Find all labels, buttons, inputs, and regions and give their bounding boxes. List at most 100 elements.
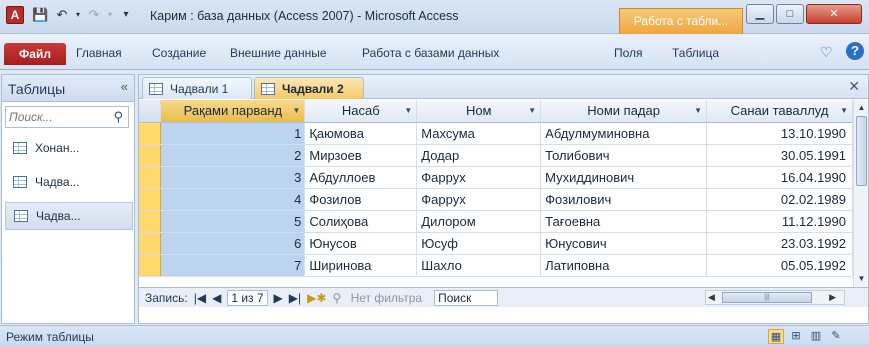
cell-surname[interactable]: Юнусов [304, 232, 418, 255]
cell-birth-date[interactable]: 30.05.1991 [706, 144, 853, 167]
cell-name[interactable]: Шахло [416, 254, 542, 277]
column-header-birth-date[interactable]: Санаи таваллуд ▼ [706, 100, 853, 123]
record-selector[interactable] [139, 188, 162, 211]
column-header-name[interactable]: Ном ▼ [416, 100, 542, 123]
tab-home[interactable]: Главная [76, 46, 122, 60]
dropdown-arrow-icon[interactable]: ▼ [840, 106, 848, 115]
column-header-file-number[interactable]: Рақами парванд ▼ [160, 100, 306, 123]
record-selector[interactable] [139, 232, 162, 255]
column-header-patronymic[interactable]: Номи падар ▼ [540, 100, 708, 123]
tab-table[interactable]: Таблица [672, 46, 719, 60]
cell-name[interactable]: Фаррух [416, 166, 542, 189]
nav-item-table-1[interactable]: Хонан... [5, 134, 133, 162]
cell-patronymic[interactable]: Абдулмуминовна [540, 122, 708, 145]
doc-tab-table-2[interactable]: Чадвали 2 [254, 77, 364, 99]
horizontal-scroll-thumb[interactable]: ||| [722, 292, 812, 303]
cell-file-number[interactable]: 3 [160, 166, 306, 189]
nav-item-table-2[interactable]: Чадва... [5, 168, 133, 196]
tab-fields[interactable]: Поля [614, 46, 643, 60]
scroll-right-icon[interactable]: ▶ [829, 292, 836, 303]
cell-birth-date[interactable]: 02.02.1989 [706, 188, 853, 211]
pivot-chart-view-icon[interactable]: ▥ [808, 329, 824, 344]
column-header-surname[interactable]: Насаб ▼ [304, 100, 418, 123]
select-all-cell[interactable] [139, 100, 162, 123]
help-icon[interactable]: ? [846, 42, 864, 60]
cell-patronymic[interactable]: Фозилович [540, 188, 708, 211]
cell-name[interactable]: Дилором [416, 210, 542, 233]
cell-name[interactable]: Додар [416, 144, 542, 167]
scroll-up-icon[interactable]: ▲ [855, 101, 868, 115]
table-row[interactable]: 5 Солиҳова Дилором Тағоевна 11.12.1990 [139, 210, 853, 233]
maximize-button[interactable]: □ [776, 4, 804, 24]
cell-file-number[interactable]: 5 [160, 210, 306, 233]
cell-name[interactable]: Фаррух [416, 188, 542, 211]
cell-patronymic[interactable]: Мухиддинович [540, 166, 708, 189]
cell-file-number[interactable]: 7 [160, 254, 306, 277]
new-record-icon[interactable]: ▶✱ [307, 291, 326, 305]
cell-file-number[interactable]: 2 [160, 144, 306, 167]
nav-pane-header[interactable]: Таблицы « [2, 75, 134, 102]
table-row[interactable]: 2 Мирзоев Додар Толибович 30.05.1991 [139, 144, 853, 167]
tab-file[interactable]: Файл [4, 43, 66, 65]
cell-patronymic[interactable]: Толибович [540, 144, 708, 167]
record-selector[interactable] [139, 254, 162, 277]
dropdown-arrow-icon[interactable]: ▼ [694, 106, 702, 115]
table-row[interactable]: 1 Қаюмова Махсума Абдулмуминовна 13.10.1… [139, 122, 853, 145]
table-row[interactable]: 7 Ширинова Шахло Латиповна 05.05.1992 [139, 254, 853, 277]
cell-birth-date[interactable]: 11.12.1990 [706, 210, 853, 233]
cell-name[interactable]: Махсума [416, 122, 542, 145]
cell-birth-date[interactable]: 23.03.1992 [706, 232, 853, 255]
pivot-table-view-icon[interactable]: ⊞ [788, 329, 804, 344]
record-selector[interactable] [139, 210, 162, 233]
tab-database-tools[interactable]: Работа с базами данных [362, 46, 499, 60]
close-window-button[interactable]: ✕ [806, 4, 862, 24]
vertical-scrollbar[interactable]: ▲ ▼ [853, 100, 868, 287]
table-row[interactable]: 6 Юнусов Юсуф Юнусович 23.03.1992 [139, 232, 853, 255]
cell-file-number[interactable]: 6 [160, 232, 306, 255]
redo-icon[interactable]: ↷ [86, 7, 102, 23]
table-row[interactable]: 3 Абдуллоев Фаррух Мухиддинович 16.04.19… [139, 166, 853, 189]
cell-birth-date[interactable]: 05.05.1992 [706, 254, 853, 277]
first-record-icon[interactable]: |◀ [194, 291, 206, 305]
cell-patronymic[interactable]: Тағоевна [540, 210, 708, 233]
dropdown-arrow-icon[interactable]: ▼ [292, 106, 300, 115]
dropdown-arrow-icon[interactable]: ▼ [528, 106, 536, 115]
cell-file-number[interactable]: 1 [160, 122, 306, 145]
record-selector[interactable] [139, 166, 162, 189]
filter-indicator[interactable]: ⚲ Нет фильтра [332, 291, 428, 305]
prev-record-icon[interactable]: ◀ [212, 291, 221, 305]
nav-search-input[interactable] [9, 110, 107, 124]
cell-patronymic[interactable]: Юнусович [540, 232, 708, 255]
cell-surname[interactable]: Солиҳова [304, 210, 418, 233]
record-search-input[interactable]: Поиск [434, 289, 499, 306]
redo-dropdown-icon[interactable]: ▾ [102, 7, 118, 23]
design-view-icon[interactable]: ✎ [828, 329, 844, 344]
cell-file-number[interactable]: 4 [160, 188, 306, 211]
cell-surname[interactable]: Абдуллоев [304, 166, 418, 189]
nav-search-box[interactable]: ⚲ [5, 106, 129, 128]
next-record-icon[interactable]: ▶ [274, 291, 283, 305]
dropdown-arrow-icon[interactable]: ▼ [404, 106, 412, 115]
shutter-collapse-icon[interactable]: « [121, 79, 128, 94]
nav-item-table-3[interactable]: Чадва... [5, 202, 133, 230]
last-record-icon[interactable]: ▶| [289, 291, 301, 305]
scroll-left-icon[interactable]: ◀ [708, 292, 715, 303]
datasheet-view-icon[interactable]: ▦ [768, 329, 784, 344]
cell-surname[interactable]: Қаюмова [304, 122, 418, 145]
save-icon[interactable]: 💾 [32, 7, 48, 23]
table-row[interactable]: 4 Фозилов Фаррух Фозилович 02.02.1989 [139, 188, 853, 211]
cell-surname[interactable]: Фозилов [304, 188, 418, 211]
undo-dropdown-icon[interactable]: ▾ [70, 7, 86, 23]
ribbon-minimize-icon[interactable]: ♡ [820, 44, 833, 61]
current-record-field[interactable]: 1 из 7 [227, 289, 268, 306]
scroll-thumb[interactable] [856, 116, 867, 186]
cell-birth-date[interactable]: 13.10.1990 [706, 122, 853, 145]
cell-birth-date[interactable]: 16.04.1990 [706, 166, 853, 189]
record-selector[interactable] [139, 144, 162, 167]
doc-tab-table-1[interactable]: Чадвали 1 [142, 77, 252, 99]
customize-qat-icon[interactable]: ▾ [118, 7, 134, 23]
cell-surname[interactable]: Мирзоев [304, 144, 418, 167]
context-tab-table-tools[interactable]: Работа с табли... [619, 8, 743, 34]
cell-name[interactable]: Юсуф [416, 232, 542, 255]
access-app-icon[interactable]: A [6, 6, 24, 24]
